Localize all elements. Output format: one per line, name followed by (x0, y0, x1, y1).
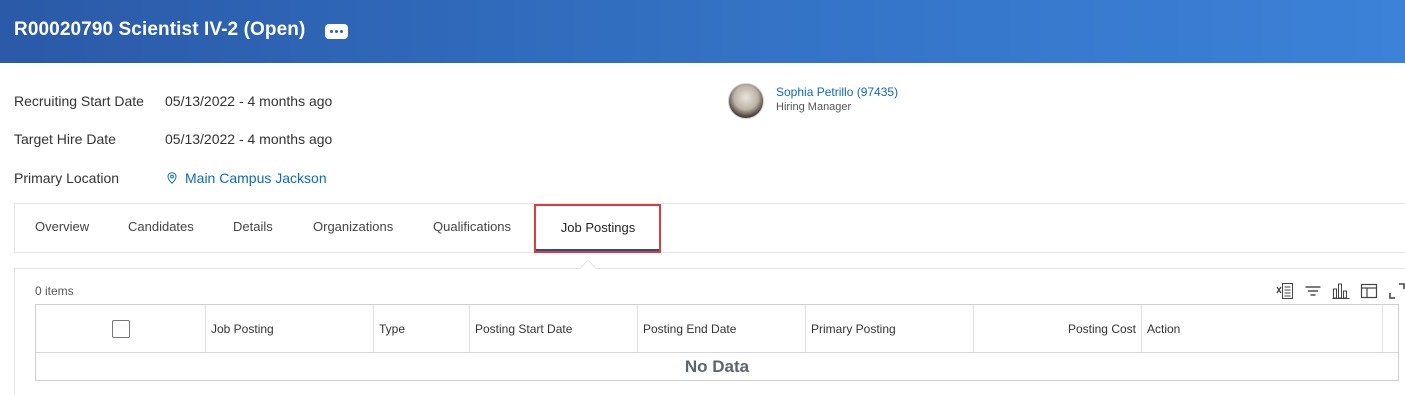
primary-location-value[interactable]: Main Campus Jackson (185, 170, 327, 186)
column-header-type[interactable]: Type (374, 305, 470, 353)
target-hire-label: Target Hire Date (14, 131, 116, 147)
tab-bar: Overview Candidates Details Organization… (14, 203, 1405, 253)
hiring-manager-avatar[interactable] (728, 83, 764, 119)
column-header-posting-start-date[interactable]: Posting Start Date (470, 305, 638, 353)
tab-qualifications[interactable]: Qualifications (433, 219, 511, 234)
hiring-manager-role: Hiring Manager (776, 101, 852, 113)
primary-location-link[interactable]: Main Campus Jackson (167, 170, 327, 186)
page-header: R00020790 Scientist IV-2 (Open) (0, 0, 1405, 63)
select-all-checkbox[interactable] (111, 320, 130, 338)
job-postings-table: Job Posting Type Posting Start Date Post… (35, 304, 1399, 381)
fullscreen-icon[interactable] (1387, 281, 1405, 301)
column-header-action[interactable]: Action (1142, 305, 1383, 353)
map-pin-icon (167, 172, 177, 184)
primary-location-label: Primary Location (14, 170, 120, 186)
tab-organizations[interactable]: Organizations (313, 219, 393, 234)
page-title: R00020790 Scientist IV-2 (Open) (14, 19, 306, 40)
recruiting-start-label: Recruiting Start Date (14, 93, 144, 109)
tab-candidates[interactable]: Candidates (128, 219, 194, 234)
highlight-box (534, 204, 661, 253)
table-toolbar (1275, 281, 1405, 301)
items-count: 0 items (35, 284, 74, 298)
export-excel-icon[interactable] (1275, 281, 1295, 301)
table-header: Job Posting Type Posting Start Date Post… (36, 305, 1398, 353)
chart-icon[interactable] (1331, 281, 1351, 301)
column-header-job-posting[interactable]: Job Posting (206, 305, 374, 353)
recruiting-start-value: 05/13/2022 - 4 months ago (165, 93, 333, 109)
column-header-primary-posting[interactable]: Primary Posting (806, 305, 974, 353)
empty-state-message: No Data (684, 357, 750, 376)
tab-details[interactable]: Details (233, 219, 273, 234)
hiring-manager-name-link[interactable]: Sophia Petrillo (97435) (776, 85, 898, 99)
column-header-posting-end-date[interactable]: Posting End Date (638, 305, 806, 353)
tab-overview[interactable]: Overview (35, 219, 89, 234)
column-header-select (36, 305, 206, 353)
column-header-posting-cost[interactable]: Posting Cost (974, 305, 1142, 353)
target-hire-value: 05/13/2022 - 4 months ago (165, 131, 333, 147)
ellipsis-icon[interactable] (325, 24, 348, 39)
column-layout-icon[interactable] (1359, 281, 1379, 301)
filter-icon[interactable] (1303, 281, 1323, 301)
